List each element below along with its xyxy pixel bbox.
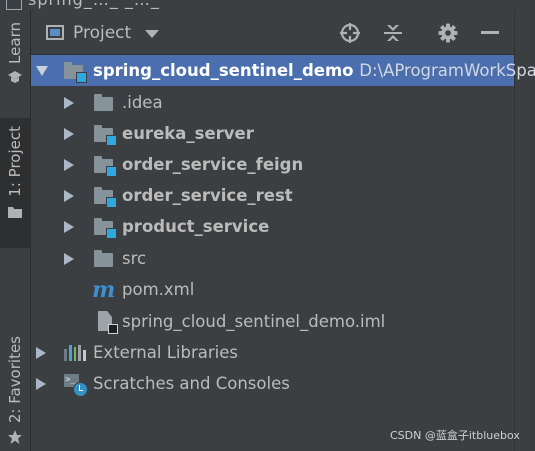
watermark: CSDN @蓝盒子itbluebox bbox=[390, 429, 520, 442]
window-title: spring_…_ _…_ bbox=[28, 0, 160, 9]
tree-item-label: pom.xml bbox=[122, 280, 195, 299]
project-panel-header: Project bbox=[31, 10, 514, 55]
tree-item-order-service-rest[interactable]: order_service_rest bbox=[31, 180, 514, 211]
module-folder-icon bbox=[94, 156, 117, 177]
folder-icon bbox=[94, 250, 116, 268]
tree-item-label: External Libraries bbox=[93, 343, 238, 362]
chevron-right-icon[interactable] bbox=[64, 128, 74, 140]
tree-item-scratches[interactable]: >_ Scratches and Consoles bbox=[31, 368, 514, 399]
tree-item-order-service-feign[interactable]: order_service_feign bbox=[31, 149, 514, 180]
tree-item-label: eureka_server bbox=[122, 124, 254, 143]
chevron-right-icon[interactable] bbox=[64, 159, 74, 171]
tree-root-path: D:\AProgramWorkSpa bbox=[359, 61, 535, 80]
libraries-icon bbox=[64, 345, 86, 361]
scratches-icon: >_ bbox=[64, 374, 88, 397]
chevron-right-icon[interactable] bbox=[36, 347, 46, 359]
tool-tab-favorites[interactable]: 2: Favorites bbox=[0, 336, 30, 451]
tree-item-label: order_service_feign bbox=[122, 155, 304, 174]
tree-root-label: spring_cloud_sentinel_demo D:\AProgramWo… bbox=[93, 61, 535, 80]
tree-item-label: order_service_rest bbox=[122, 186, 293, 205]
tool-tab-learn-label: Learn bbox=[6, 22, 24, 64]
tree-item-product-service[interactable]: product_service bbox=[31, 211, 514, 242]
iml-badge-icon bbox=[108, 324, 118, 334]
chevron-right-icon[interactable] bbox=[64, 97, 74, 109]
tree-item-label: Scratches and Consoles bbox=[93, 374, 290, 393]
tree-item-pom-xml[interactable]: m pom.xml bbox=[31, 274, 514, 305]
chevron-down-icon[interactable] bbox=[36, 66, 48, 76]
tree-item-idea[interactable]: .idea bbox=[31, 87, 514, 118]
collapse-all-icon bbox=[384, 25, 402, 41]
tool-tab-project[interactable]: 1: Project bbox=[0, 118, 30, 248]
graduation-cap-icon bbox=[8, 70, 22, 83]
module-folder-icon bbox=[64, 62, 87, 83]
project-view-icon bbox=[46, 25, 64, 40]
tree-item-label: spring_cloud_sentinel_demo.iml bbox=[122, 312, 386, 331]
collapse-all-button[interactable] bbox=[381, 21, 405, 45]
locate-icon bbox=[340, 23, 360, 43]
app-icon bbox=[6, 0, 22, 10]
folder-icon bbox=[8, 206, 22, 218]
tree-item-eureka-server[interactable]: eureka_server bbox=[31, 118, 514, 149]
minimize-icon bbox=[481, 31, 499, 34]
chevron-right-icon[interactable] bbox=[36, 378, 46, 390]
module-folder-icon bbox=[94, 125, 117, 146]
maven-icon: m bbox=[92, 277, 116, 303]
chevron-down-icon[interactable] bbox=[145, 30, 159, 38]
chevron-right-icon[interactable] bbox=[64, 221, 74, 233]
module-folder-icon bbox=[94, 218, 117, 239]
tool-tab-project-label: 1: Project bbox=[6, 126, 24, 197]
star-icon bbox=[8, 430, 22, 445]
tool-tab-learn[interactable]: Learn bbox=[0, 22, 30, 108]
tool-tab-favorites-label: 2: Favorites bbox=[6, 336, 24, 424]
hide-panel-button[interactable] bbox=[478, 21, 502, 45]
project-view-selector[interactable]: Project bbox=[73, 23, 131, 43]
settings-button[interactable] bbox=[436, 21, 460, 45]
module-folder-icon bbox=[94, 187, 117, 208]
chevron-right-icon[interactable] bbox=[64, 253, 74, 265]
tree-root-row[interactable]: spring_cloud_sentinel_demo D:\AProgramWo… bbox=[31, 55, 535, 86]
tree-item-external-libraries[interactable]: External Libraries bbox=[31, 337, 514, 368]
tree-item-src[interactable]: src bbox=[31, 243, 514, 274]
tree-item-label: src bbox=[122, 249, 147, 268]
project-tree: spring_cloud_sentinel_demo D:\AProgramWo… bbox=[31, 55, 535, 451]
tree-item-label: product_service bbox=[122, 217, 270, 236]
tree-item-iml-file[interactable]: spring_cloud_sentinel_demo.iml bbox=[31, 306, 514, 337]
locate-file-button[interactable] bbox=[338, 21, 362, 45]
window-title-bar: spring_…_ _…_ bbox=[0, 0, 535, 10]
gear-icon bbox=[438, 23, 458, 43]
tree-item-label: .idea bbox=[122, 93, 163, 112]
folder-icon bbox=[94, 94, 116, 112]
left-tool-strip: Learn 1: Project 2: Favorites bbox=[0, 10, 31, 451]
chevron-right-icon[interactable] bbox=[64, 190, 74, 202]
